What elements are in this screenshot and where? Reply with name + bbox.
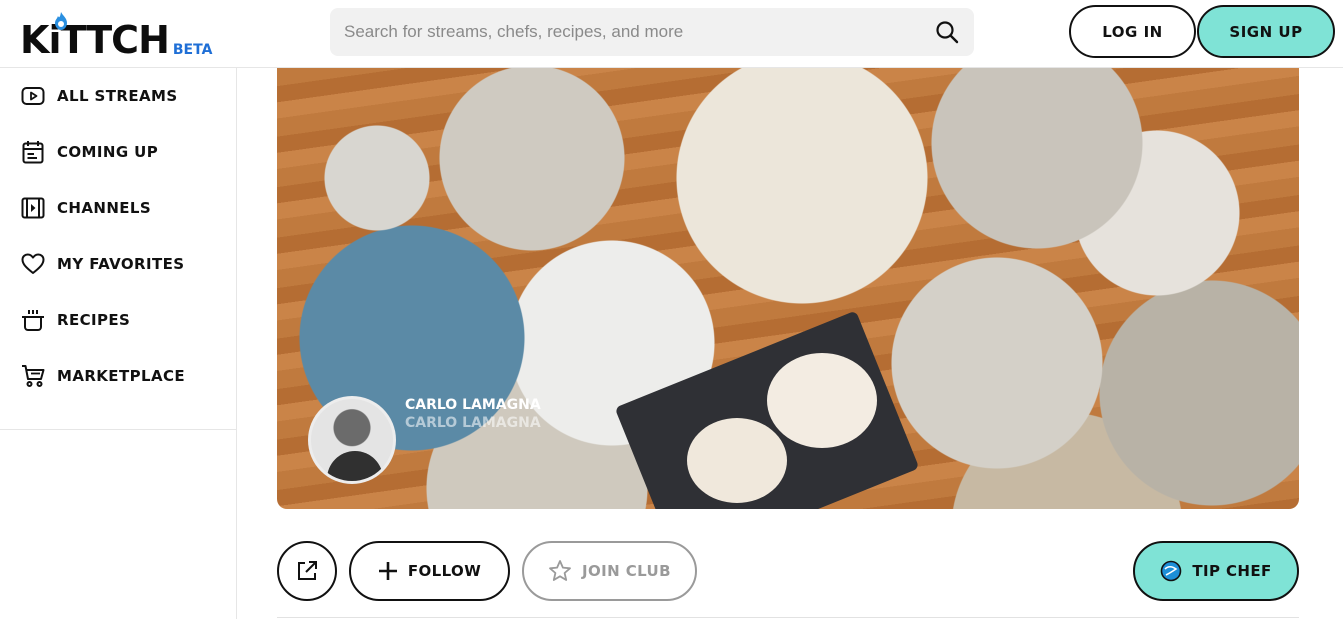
hero-food-bun <box>687 418 787 503</box>
logo-text: KiTTCH <box>20 18 170 62</box>
play-icon <box>20 83 46 109</box>
chef-avatar-figure <box>327 451 383 481</box>
signup-button[interactable]: SIGN UP <box>1197 5 1335 58</box>
star-icon <box>549 560 571 581</box>
hero-banner[interactable]: CARLO LAMAGNA CARLO LAMAGNA <box>277 68 1299 509</box>
pot-icon <box>20 307 46 333</box>
kittch-logo[interactable]: KiTTCH BETA <box>20 8 212 60</box>
top-header: KiTTCH BETA LOG IN SIGN UP <box>0 0 1343 68</box>
sidebar: ALL STREAMS COMING UP CHANNELS MY FAVORI… <box>0 68 237 619</box>
chef-avatar[interactable] <box>308 396 396 484</box>
sidebar-item-label: CHANNELS <box>57 199 152 217</box>
tip-chef-button[interactable]: TIP CHEF <box>1133 541 1299 601</box>
login-button[interactable]: LOG IN <box>1069 5 1196 58</box>
hero-food-bun <box>767 353 877 448</box>
sidebar-item-my-favorites[interactable]: MY FAVORITES <box>0 236 236 292</box>
share-icon <box>298 561 317 580</box>
logo-wordmark: KiTTCH <box>20 12 170 62</box>
sidebar-item-all-streams[interactable]: ALL STREAMS <box>0 68 236 124</box>
search-input[interactable] <box>344 22 934 42</box>
sidebar-item-coming-up[interactable]: COMING UP <box>0 124 236 180</box>
content-divider <box>277 617 1299 618</box>
sidebar-nav: ALL STREAMS COMING UP CHANNELS MY FAVORI… <box>0 68 236 404</box>
sidebar-divider <box>0 429 236 430</box>
coin-icon <box>1161 560 1182 582</box>
tip-chef-label: TIP CHEF <box>1192 562 1272 580</box>
flame-icon <box>55 12 67 30</box>
sidebar-item-marketplace[interactable]: MARKETPLACE <box>0 348 236 404</box>
heart-icon <box>20 251 46 277</box>
share-button[interactable] <box>277 541 337 601</box>
sidebar-item-label: MARKETPLACE <box>57 367 186 385</box>
sidebar-item-recipes[interactable]: RECIPES <box>0 292 236 348</box>
sidebar-item-label: ALL STREAMS <box>57 87 178 105</box>
sidebar-item-label: RECIPES <box>57 311 131 329</box>
channels-icon <box>20 195 46 221</box>
follow-button[interactable]: FOLLOW <box>349 541 510 601</box>
search-icon[interactable] <box>934 19 960 45</box>
search-bar <box>330 8 974 56</box>
sidebar-item-label: COMING UP <box>57 143 159 161</box>
cart-icon <box>20 363 46 389</box>
follow-label: FOLLOW <box>407 562 482 580</box>
sidebar-item-channels[interactable]: CHANNELS <box>0 180 236 236</box>
chef-handle: CARLO LAMAGNA <box>405 415 541 431</box>
plus-icon <box>378 562 397 580</box>
calendar-icon <box>20 139 46 165</box>
sidebar-item-label: MY FAVORITES <box>57 255 185 273</box>
join-club-button[interactable]: JOIN CLUB <box>522 541 697 601</box>
chef-name[interactable]: CARLO LAMAGNA <box>405 397 541 413</box>
beta-badge: BETA <box>172 42 213 58</box>
join-club-label: JOIN CLUB <box>582 562 671 580</box>
